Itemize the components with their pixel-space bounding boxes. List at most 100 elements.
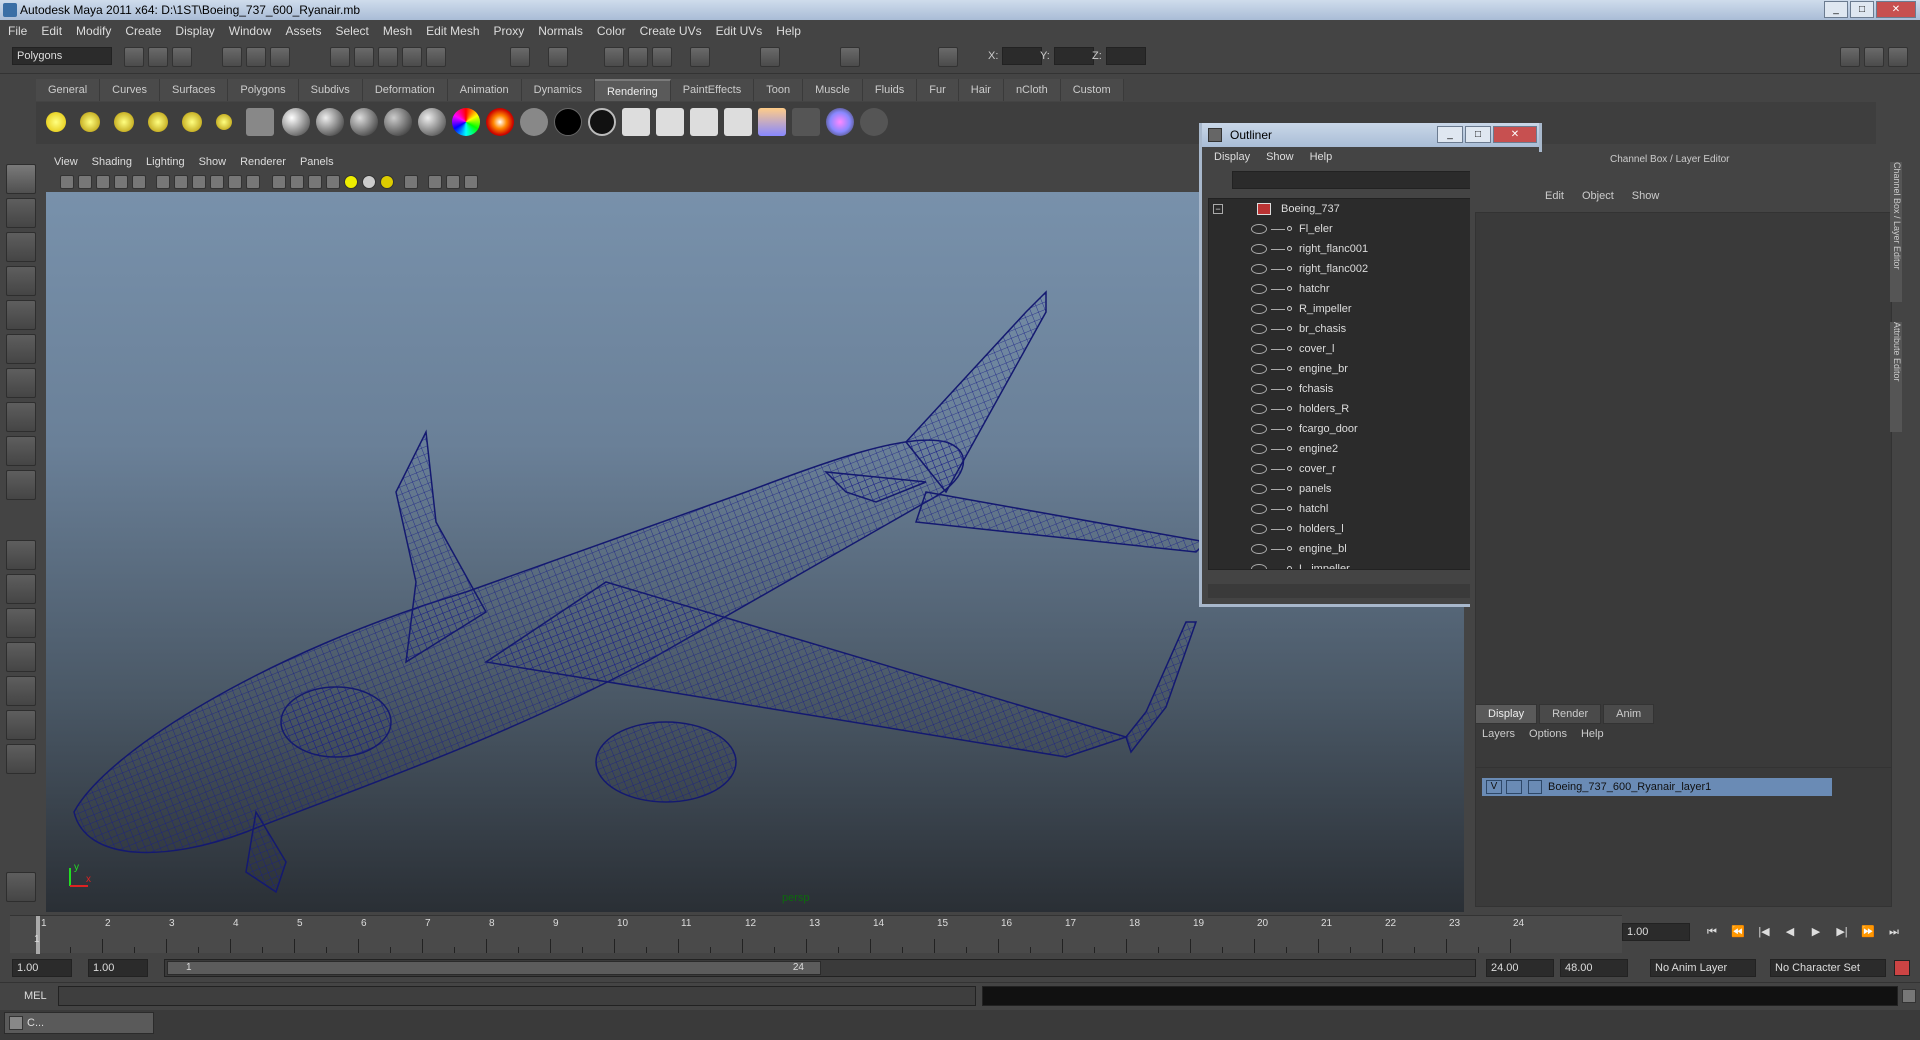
playback-start-field[interactable]: 1.00 bbox=[88, 959, 148, 977]
phonge-material-icon[interactable] bbox=[384, 108, 412, 136]
history-icon[interactable] bbox=[510, 47, 530, 67]
film-gate-icon[interactable] bbox=[156, 175, 170, 189]
menu-window[interactable]: Window bbox=[229, 24, 272, 38]
viewport-menu-view[interactable]: View bbox=[54, 156, 78, 168]
resolution-gate-icon[interactable] bbox=[174, 175, 188, 189]
camera-attributes-icon[interactable] bbox=[60, 175, 74, 189]
smooth-shade-icon[interactable] bbox=[290, 175, 304, 189]
outliner-titlebar[interactable]: Outliner _ □ ✕ bbox=[1202, 123, 1539, 147]
xray-icon[interactable] bbox=[404, 175, 418, 189]
xray-joints-icon[interactable] bbox=[446, 175, 460, 189]
shelf-tab-toon[interactable]: Toon bbox=[754, 79, 804, 101]
command-input[interactable] bbox=[58, 986, 976, 1006]
use-all-lights-icon[interactable] bbox=[362, 175, 376, 189]
outliner-persp-layout-icon[interactable] bbox=[6, 608, 36, 638]
layout-options-icon[interactable] bbox=[6, 744, 36, 774]
render-current-icon[interactable] bbox=[656, 108, 684, 136]
ambient-light-icon[interactable] bbox=[46, 112, 66, 132]
high-quality-icon[interactable] bbox=[464, 175, 478, 189]
shelf-tab-ncloth[interactable]: nCloth bbox=[1003, 79, 1061, 101]
viewport-menu-shading[interactable]: Shading bbox=[92, 156, 132, 168]
menu-help[interactable]: Help bbox=[776, 24, 801, 38]
ipr-render-icon[interactable] bbox=[628, 47, 648, 67]
graph-persp-layout-icon[interactable] bbox=[6, 642, 36, 672]
step-forward-frame-icon[interactable]: ▶| bbox=[1832, 923, 1852, 941]
rotate-tool-icon[interactable] bbox=[6, 300, 36, 330]
shelf-tab-polygons[interactable]: Polygons bbox=[228, 79, 299, 101]
snap-grid-icon[interactable] bbox=[330, 47, 350, 67]
menu-edit[interactable]: Edit bbox=[41, 24, 62, 38]
quick-layout-icon[interactable] bbox=[6, 872, 36, 902]
play-backwards-icon[interactable]: ◀ bbox=[1780, 923, 1800, 941]
open-scene-icon[interactable] bbox=[148, 47, 168, 67]
volume-light-icon[interactable] bbox=[216, 114, 232, 130]
script-editor-icon[interactable] bbox=[1902, 989, 1916, 1003]
display-layer-row[interactable]: V Boeing_737_600_Ryanair_layer1 bbox=[1482, 778, 1832, 796]
outliner-menu-show[interactable]: Show bbox=[1266, 151, 1294, 163]
outliner-item[interactable]: holders_R bbox=[1209, 399, 1509, 419]
paint-select-tool-icon[interactable] bbox=[6, 232, 36, 262]
layer-menu-options[interactable]: Options bbox=[1529, 728, 1567, 740]
wireframe-icon[interactable] bbox=[272, 175, 286, 189]
single-pane-layout-icon[interactable] bbox=[6, 540, 36, 570]
menu-proxy[interactable]: Proxy bbox=[494, 24, 525, 38]
outliner-item[interactable]: Fl_eler bbox=[1209, 219, 1509, 239]
point-light-icon[interactable] bbox=[114, 112, 134, 132]
shelf-tab-muscle[interactable]: Muscle bbox=[803, 79, 863, 101]
menu-display[interactable]: Display bbox=[175, 24, 214, 38]
command-language-label[interactable]: MEL bbox=[24, 990, 47, 1002]
go-to-start-icon[interactable]: ⏮ bbox=[1702, 923, 1722, 941]
outliner-item[interactable]: cover_r bbox=[1209, 459, 1509, 479]
tool-settings-toggle-icon[interactable] bbox=[1888, 47, 1908, 67]
snap-point-icon[interactable] bbox=[378, 47, 398, 67]
viewport-menu-panels[interactable]: Panels bbox=[300, 156, 334, 168]
outliner-item[interactable]: panels bbox=[1209, 479, 1509, 499]
menu-edit-uvs[interactable]: Edit UVs bbox=[716, 24, 763, 38]
hypershade-shelf-icon[interactable] bbox=[758, 108, 786, 136]
animation-start-field[interactable]: 1.00 bbox=[12, 959, 72, 977]
render-frame-icon[interactable] bbox=[604, 47, 624, 67]
side-tab-channel-box[interactable]: Channel Box / Layer Editor bbox=[1890, 162, 1902, 302]
minimize-button[interactable]: _ bbox=[1824, 1, 1848, 18]
outliner-item[interactable]: engine_bl bbox=[1209, 539, 1509, 559]
shelf-tab-hair[interactable]: Hair bbox=[958, 79, 1004, 101]
anisotropic-material-icon[interactable] bbox=[418, 108, 446, 136]
viewport-menu-lighting[interactable]: Lighting bbox=[146, 156, 185, 168]
snap-plane-icon[interactable] bbox=[402, 47, 422, 67]
shelf-tab-rendering[interactable]: Rendering bbox=[594, 79, 671, 101]
outliner-menu-help[interactable]: Help bbox=[1310, 151, 1333, 163]
wireframe-on-shaded-icon[interactable] bbox=[308, 175, 322, 189]
outliner-item[interactable]: right_flanc001 bbox=[1209, 239, 1509, 259]
collapse-icon[interactable]: − bbox=[1213, 204, 1223, 214]
attribute-editor-toggle-icon[interactable] bbox=[1840, 47, 1860, 67]
menu-color[interactable]: Color bbox=[597, 24, 626, 38]
gate-mask-icon[interactable] bbox=[192, 175, 206, 189]
x-field[interactable] bbox=[1002, 47, 1042, 65]
channel-box-menu-edit[interactable]: Edit bbox=[1545, 190, 1564, 202]
ipr-icon[interactable] bbox=[690, 108, 718, 136]
lasso-tool-icon[interactable] bbox=[6, 198, 36, 228]
range-slider[interactable]: 1 24 bbox=[164, 959, 1476, 977]
step-back-key-icon[interactable]: ⏪ bbox=[1728, 923, 1748, 941]
auto-key-icon[interactable] bbox=[1894, 960, 1910, 976]
textured-icon[interactable] bbox=[326, 175, 340, 189]
select-object-icon[interactable] bbox=[246, 47, 266, 67]
select-hierarchy-icon[interactable] bbox=[222, 47, 242, 67]
select-tool-icon[interactable] bbox=[6, 164, 36, 194]
step-back-frame-icon[interactable]: |◀ bbox=[1754, 923, 1774, 941]
snap-live-icon[interactable] bbox=[426, 47, 446, 67]
spot-light-icon[interactable] bbox=[148, 112, 168, 132]
render-settings-shelf-icon[interactable] bbox=[724, 108, 752, 136]
playback-end-field[interactable]: 24.00 bbox=[1486, 959, 1554, 977]
maximize-button[interactable]: □ bbox=[1850, 1, 1874, 18]
image-plane-icon[interactable] bbox=[114, 175, 128, 189]
camera-icon[interactable] bbox=[246, 108, 274, 136]
camera-tools-icon[interactable] bbox=[78, 175, 92, 189]
soft-mod-tool-icon[interactable] bbox=[6, 402, 36, 432]
outliner-item[interactable]: engine_br bbox=[1209, 359, 1509, 379]
outliner-item[interactable]: hatchl bbox=[1209, 499, 1509, 519]
layer-playback-toggle[interactable] bbox=[1506, 780, 1522, 794]
shelf-tab-curves[interactable]: Curves bbox=[100, 79, 160, 101]
z-field[interactable] bbox=[1106, 47, 1146, 65]
layered-shader-icon[interactable] bbox=[452, 108, 480, 136]
